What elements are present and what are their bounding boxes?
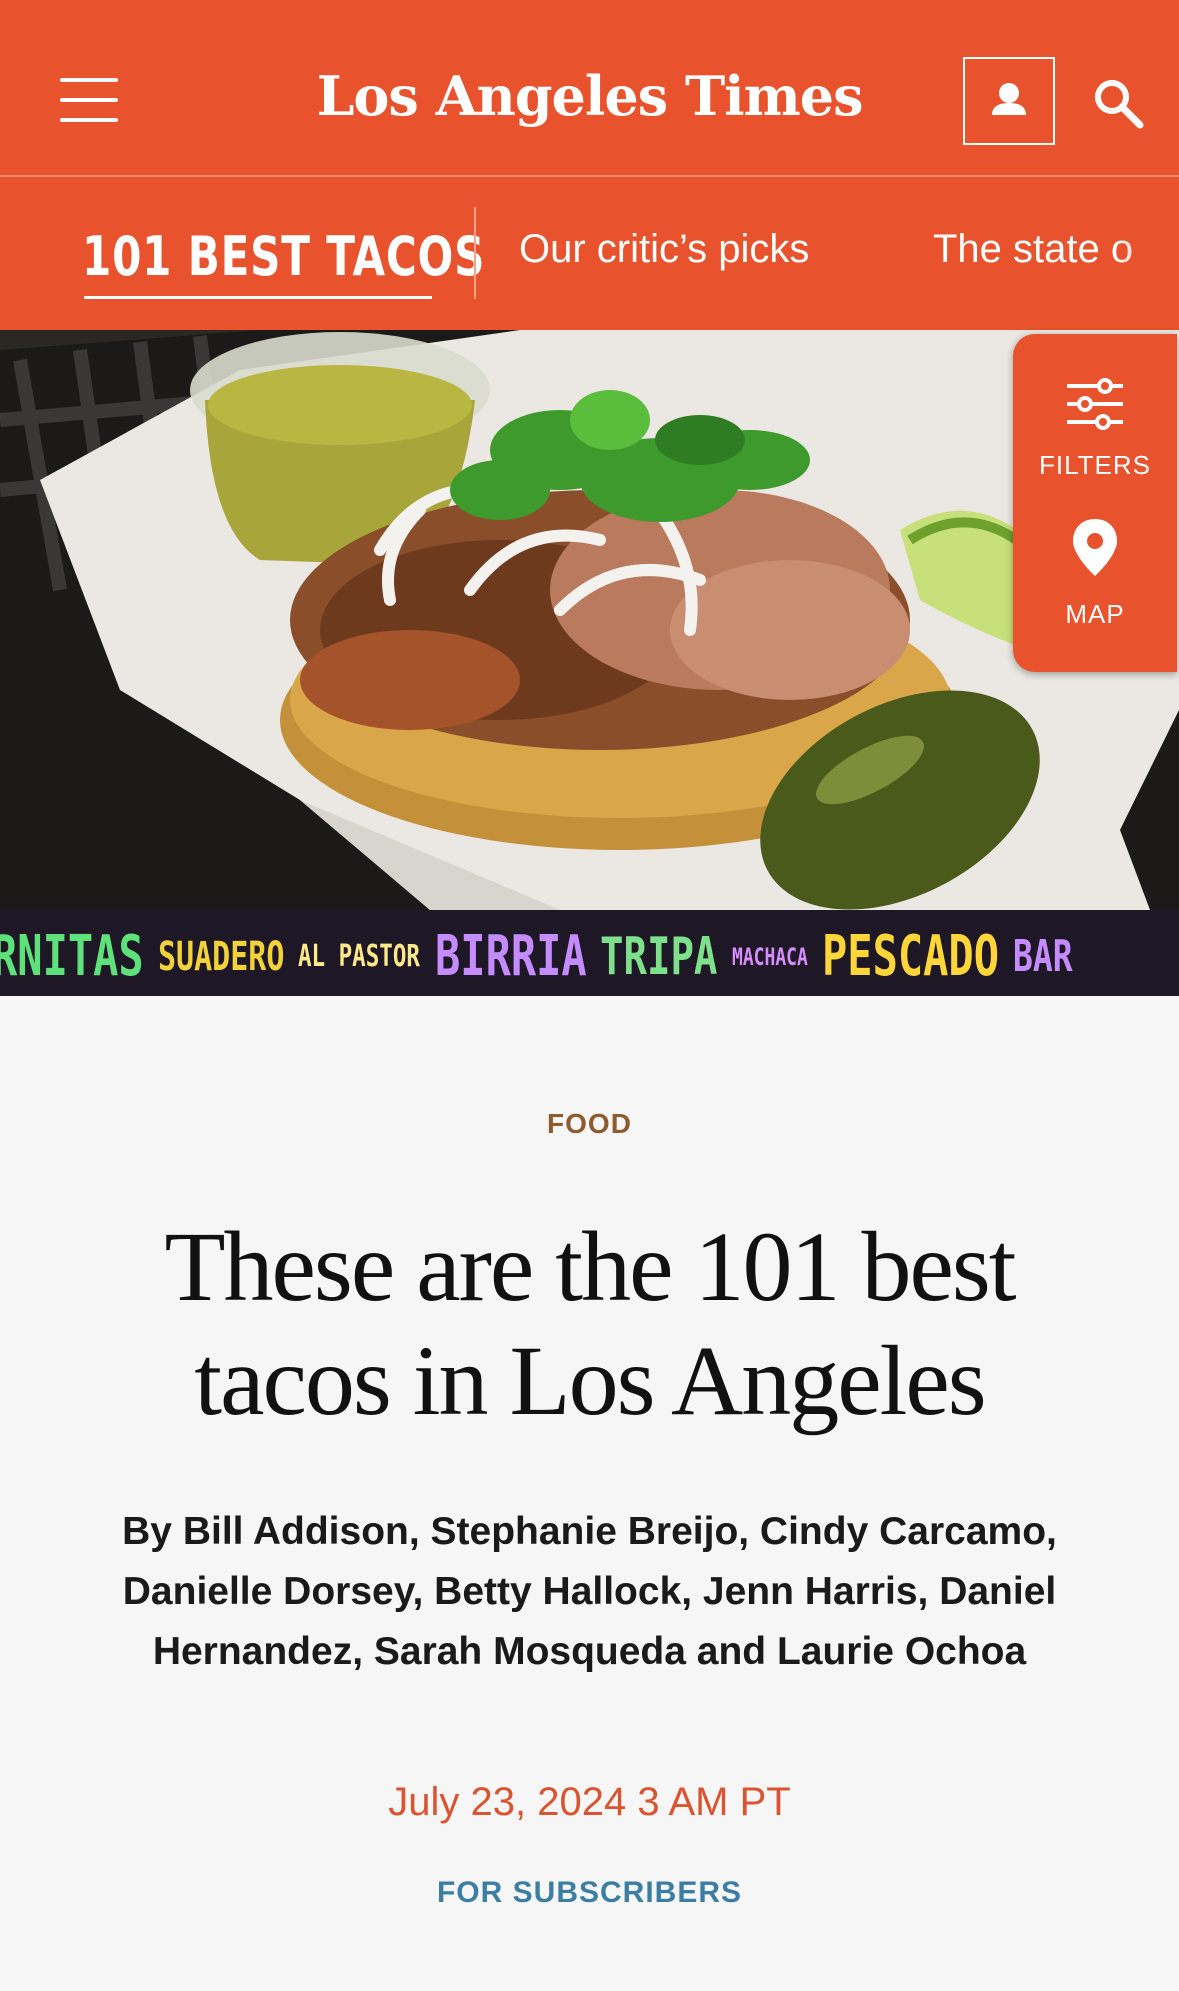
map-button[interactable]: MAP (1013, 494, 1177, 664)
account-button[interactable] (963, 57, 1055, 145)
tab-critics-picks[interactable]: Our critic’s picks (519, 227, 809, 272)
sliders-icon (1067, 378, 1123, 430)
map-label: MAP (1065, 599, 1125, 629)
taco-type-word: PESCADO (821, 924, 999, 989)
publish-date: July 23, 2024 3 AM PT (388, 1780, 791, 1824)
section-kicker[interactable]: FOOD (0, 1108, 1179, 1140)
article-byline: By Bill Addison, Stephanie Breijo, Cindy… (122, 1510, 1057, 1673)
tab-state-of[interactable]: The state o (933, 227, 1133, 272)
search-icon (1095, 80, 1144, 129)
taco-type-word: BIRRIA (434, 924, 587, 989)
taco-type-word: RNITAS (0, 924, 144, 989)
user-icon (992, 83, 1026, 115)
article-headline: These are the 101 best tacos in Los Ange… (164, 1211, 1016, 1436)
taco-type-word: AL PASTOR (298, 939, 421, 974)
map-pin-icon (1073, 519, 1117, 576)
section-subnav: 101 BEST TACOS Our critic’s picks The st… (0, 177, 1179, 330)
subscriber-badge: FOR SUBSCRIBERS (436, 1876, 743, 1909)
taco-type-word: TRIPA (600, 926, 718, 987)
filters-button[interactable]: FILTERS (1013, 334, 1177, 494)
search-button[interactable] (1090, 75, 1146, 131)
subnav-divider (474, 207, 476, 299)
filters-map-panel: FILTERS MAP (1013, 334, 1177, 672)
top-header: Los Angeles Times (0, 0, 1179, 177)
hero-taco-photo (0, 330, 1179, 910)
taco-type-banner: RNITAS SUADERO AL PASTOR BIRRIA TRIPA MACHACA… (0, 910, 1179, 996)
tab-101-best-tacos[interactable]: 101 BEST TACOS (82, 225, 485, 288)
taco-type-word: BAR (1013, 931, 1073, 982)
taco-type-word: MACHACA (732, 942, 808, 971)
active-tab-underline (84, 296, 432, 299)
taco-type-word: SUADERO (157, 933, 285, 980)
filters-label: FILTERS (1039, 450, 1151, 480)
